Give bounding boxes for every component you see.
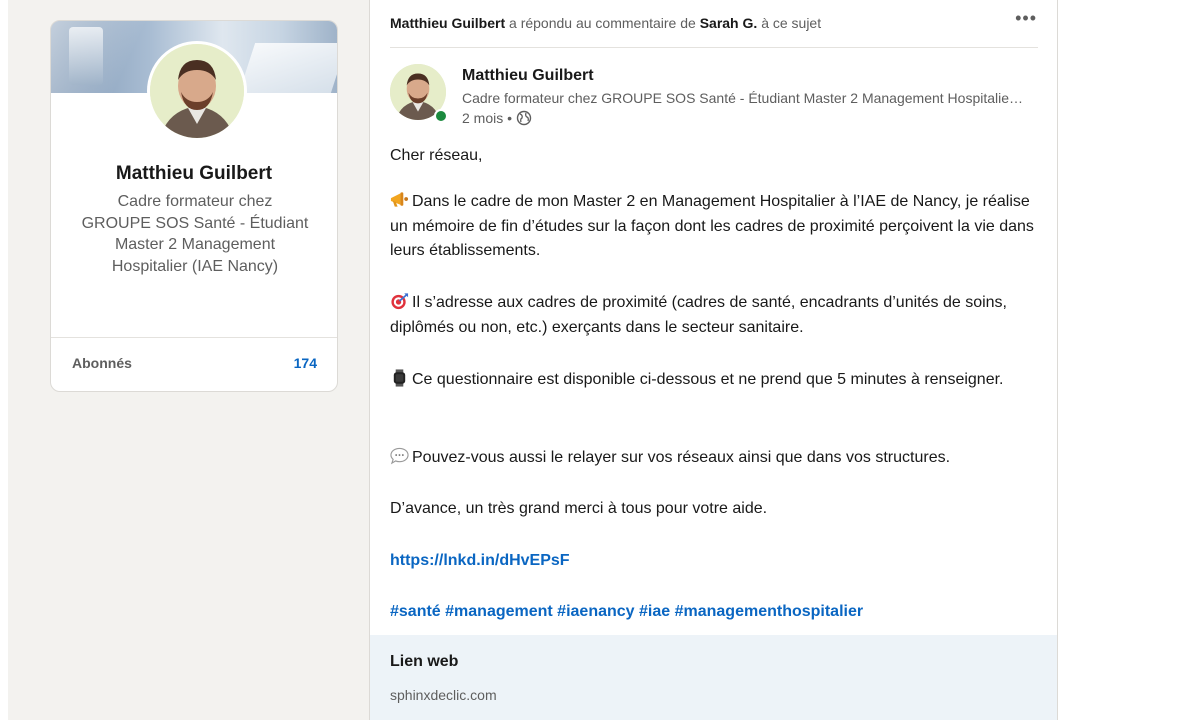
avatar-photo (150, 44, 244, 138)
post-url-link[interactable]: https://lnkd.in/dHvEPsF (390, 549, 1046, 574)
profile-avatar[interactable] (147, 41, 247, 141)
divider (390, 47, 1038, 48)
link-preview-title[interactable]: Lien web (390, 653, 458, 671)
author-name[interactable]: Matthieu Guilbert (462, 67, 594, 85)
feed-post: Matthieu Guilbert a répondu au commentai… (369, 0, 1058, 720)
activity-suffix: à ce sujet (761, 15, 822, 31)
globe-icon (516, 110, 532, 126)
more-options-icon[interactable]: ••• (1015, 8, 1037, 29)
post-paragraph: Pouvez-vous aussi le relayer sur vos rés… (390, 446, 1046, 471)
profile-name[interactable]: Matthieu Guilbert (51, 163, 337, 185)
post-greeting: Cher réseau, (390, 147, 483, 164)
post-paragraph: Ce questionnaire est disponible ci-desso… (390, 368, 1046, 393)
post-time: 2 mois • (462, 110, 513, 126)
post-paragraph: Il s’adresse aux cadres de proximité (ca… (390, 291, 1046, 340)
cover-glass-shape (69, 27, 103, 85)
link-preview-card[interactable]: Lien web sphinxdeclic.com (370, 635, 1057, 720)
online-status-badge (434, 109, 448, 123)
post-paragraph-text: Il s’adresse aux cadres de proximité (ca… (390, 294, 1007, 336)
post-paragraph: Dans le cadre de mon Master 2 en Managem… (390, 190, 1046, 264)
link-preview-domain: sphinxdeclic.com (390, 687, 497, 703)
followers-count[interactable]: 174 (294, 355, 317, 371)
megaphone-icon (390, 192, 409, 207)
speech-bubble-icon (390, 447, 409, 465)
cover-paper-shape (238, 43, 337, 93)
post-meta: 2 mois • (462, 110, 532, 126)
activity-action: a répondu au commentaire de (509, 15, 696, 31)
activity-target[interactable]: Sarah G. (700, 15, 758, 31)
profile-card: Matthieu Guilbert Cadre formateur chez G… (50, 20, 338, 392)
author-headline: Cadre formateur chez GROUPE SOS Santé - … (462, 90, 1027, 106)
watch-icon (393, 369, 406, 387)
activity-header: Matthieu Guilbert a répondu au commentai… (390, 15, 821, 31)
post-hashtags[interactable]: #santé #management #iaenancy #iae #manag… (390, 600, 1046, 625)
activity-actor[interactable]: Matthieu Guilbert (390, 15, 505, 31)
profile-headline: Cadre formateur chez GROUPE SOS Santé - … (81, 193, 309, 275)
target-icon (391, 293, 409, 310)
post-paragraph-text: Pouvez-vous aussi le relayer sur vos rés… (412, 449, 951, 466)
post-paragraph-text: Ce questionnaire est disponible ci-desso… (412, 371, 1004, 388)
post-paragraph-text: Dans le cadre de mon Master 2 en Managem… (390, 193, 1034, 259)
post-paragraph: D’avance, un très grand merci à tous pou… (390, 500, 768, 517)
followers-label[interactable]: Abonnés (72, 355, 132, 371)
divider (51, 337, 337, 338)
